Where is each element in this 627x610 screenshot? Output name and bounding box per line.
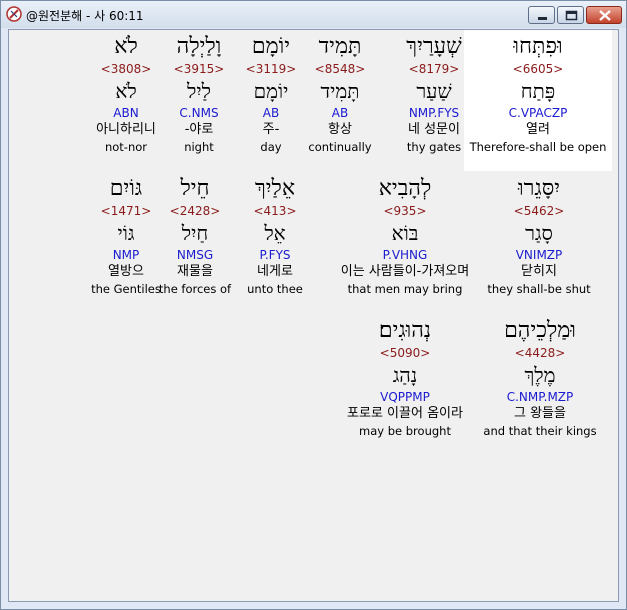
korean-gloss: 열방으 xyxy=(108,264,144,279)
morphology-code: ABN xyxy=(113,106,139,120)
hebrew-word: לֹא xyxy=(114,34,138,59)
root-word: גּוֹי xyxy=(117,221,135,245)
hebrew-word: נְהוּגִים׃ xyxy=(378,318,432,343)
app-window: @원전분해 - 사 60:11 וּפִתְּחוּ <6605> פָּתַח C.… xyxy=(0,0,627,610)
korean-gloss: 아니하리니 xyxy=(96,122,156,137)
strong-number: <1471> xyxy=(100,204,152,218)
morphology-code: NMP xyxy=(112,248,140,262)
window-title: @원전분해 - 사 60:11 xyxy=(26,9,144,23)
maximize-button[interactable] xyxy=(557,6,584,24)
word-column[interactable]: נְהוּגִים׃ <5090> נָהַג VQPPMP 포로로 이끌어 옴이라 ma… xyxy=(320,317,490,439)
word-column[interactable]: גּוֹיִם <1471> גּוֹי NMP 열방으 the Gentiles xyxy=(41,175,211,297)
minimize-button[interactable] xyxy=(528,6,555,24)
root-word: לֹא xyxy=(115,79,137,103)
hebrew-word: גּוֹיִם xyxy=(109,176,143,201)
english-gloss: may be brought xyxy=(359,424,451,438)
morphology-code: VQPPMP xyxy=(380,390,430,404)
english-gloss: the Gentiles xyxy=(91,282,161,296)
word-column[interactable]: לֹא <3808> לֹא ABN 아니하리니 not-nor xyxy=(41,33,211,155)
analysis-pane[interactable]: וּפִתְּחוּ <6605> פָּתַח C.VPACZP 열려 Therefor… xyxy=(8,29,619,602)
strong-number: <3808> xyxy=(100,62,152,76)
strong-number: <5090> xyxy=(379,346,431,360)
maximize-icon xyxy=(565,10,578,21)
close-button[interactable] xyxy=(586,6,622,24)
title-bar[interactable]: @원전분해 - 사 60:11 xyxy=(1,1,626,28)
root-word: נָהַג xyxy=(392,363,418,387)
close-icon xyxy=(599,10,611,21)
english-gloss: not-nor xyxy=(104,140,148,154)
app-icon xyxy=(6,6,22,22)
korean-gloss: 포로로 이끌어 옴이라 xyxy=(347,406,463,421)
minimize-icon xyxy=(538,17,547,20)
